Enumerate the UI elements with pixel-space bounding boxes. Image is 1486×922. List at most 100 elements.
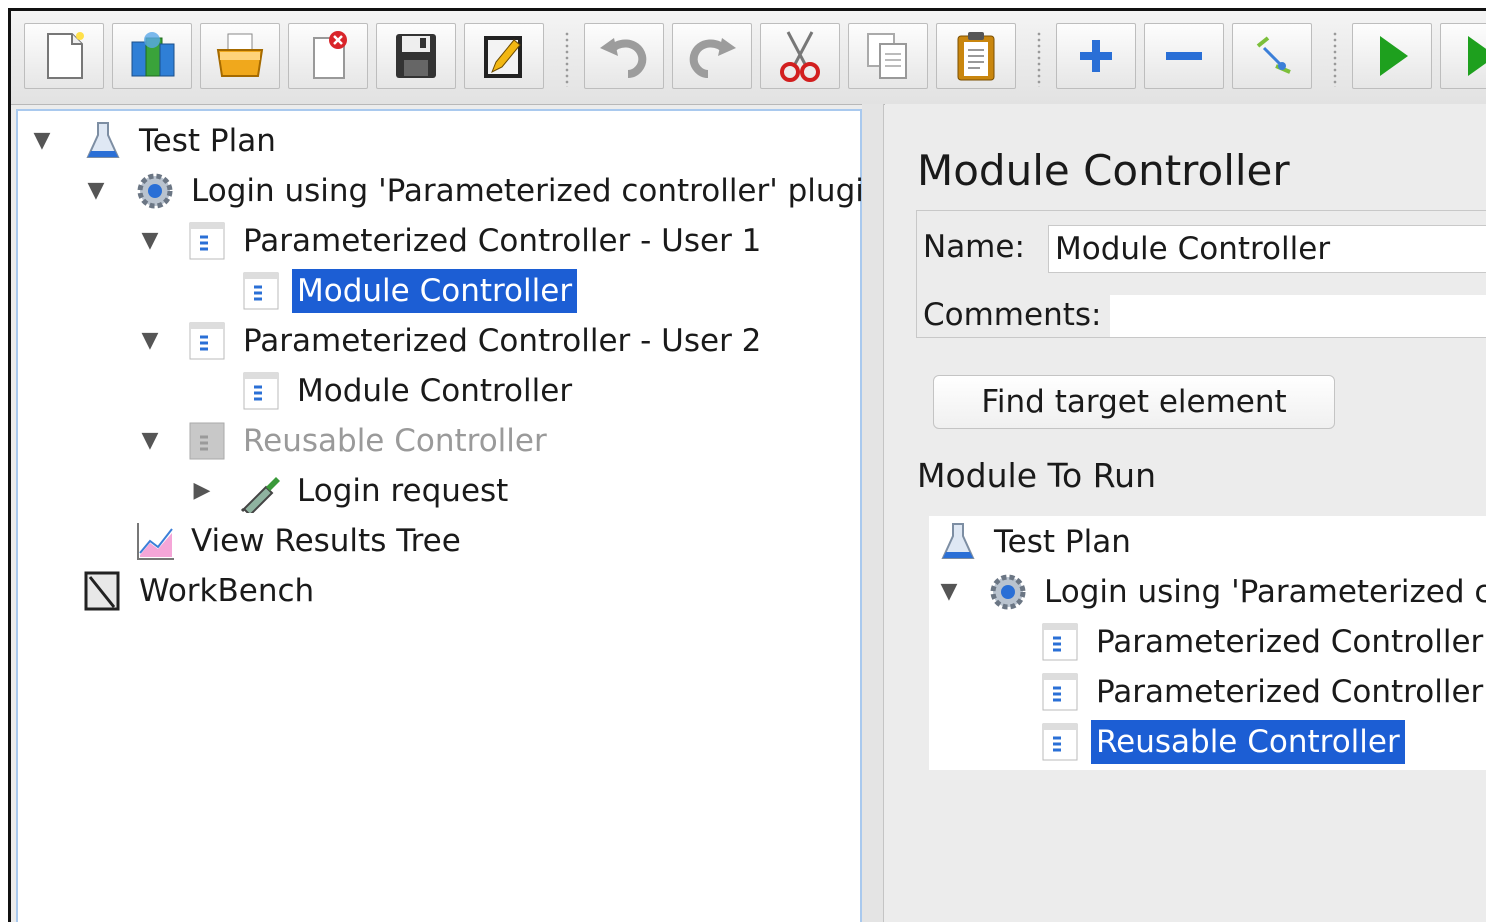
- module-tree-node-param2[interactable]: Parameterized Controller: [1037, 670, 1486, 714]
- tree-node-param-user2[interactable]: Parameterized Controller - User 2: [184, 319, 766, 363]
- tree-node-label: Reusable Controller: [243, 423, 547, 459]
- module-to-run-tree[interactable]: Test Plan ▼ Login using 'Parameterized c…: [929, 516, 1486, 770]
- templates-icon: [131, 32, 175, 77]
- module-tree-node-test-plan[interactable]: Test Plan: [935, 520, 1136, 564]
- open-button[interactable]: [200, 23, 280, 89]
- tree-node-label: Test Plan: [139, 123, 276, 159]
- toolbar-separator: [1037, 31, 1041, 87]
- tree-node-test-plan[interactable]: Test Plan: [80, 119, 281, 163]
- expand-toggle-icon[interactable]: ▼: [136, 225, 164, 255]
- tree-node-label: Login request: [297, 473, 509, 509]
- controller-icon: [238, 269, 284, 313]
- close-button[interactable]: [288, 23, 368, 89]
- save-icon: [396, 34, 436, 78]
- collapse-icon: [1166, 52, 1202, 60]
- name-field[interactable]: Module Controller: [1048, 225, 1486, 273]
- workbench-icon: [80, 569, 126, 613]
- tree-node-view-results-tree[interactable]: View Results Tree: [132, 519, 466, 563]
- toolbar-separator: [1333, 31, 1337, 87]
- controller-icon: [184, 319, 230, 363]
- jmeter-window: ▼ Test Plan ▼ Login using 'Parameterized…: [8, 8, 1486, 922]
- tree-node-label: Login using 'Parameterized controller' p…: [191, 173, 884, 209]
- tree-node-label: Module Controller: [297, 373, 573, 409]
- controller-disabled-icon: [184, 419, 230, 463]
- collapse-all-button[interactable]: [1144, 23, 1224, 89]
- tree-node-label: Test Plan: [994, 524, 1131, 560]
- tree-node-param-user1[interactable]: Parameterized Controller - User 1: [184, 219, 766, 263]
- module-controller-panel: Module Controller Name: Module Controlle…: [885, 104, 1486, 922]
- expand-toggle-icon[interactable]: ▼: [82, 175, 110, 205]
- comments-label: Comments:: [923, 297, 1102, 333]
- sampler-pipette-icon: [238, 469, 284, 513]
- paste-icon: [957, 32, 995, 81]
- new-icon: [47, 32, 84, 79]
- expand-all-button[interactable]: [1056, 23, 1136, 89]
- comments-field[interactable]: [1110, 295, 1486, 337]
- new-button[interactable]: [24, 23, 104, 89]
- expand-toggle-icon[interactable]: ▼: [136, 325, 164, 355]
- toolbar-separator: [565, 31, 569, 87]
- tree-node-reusable-controller[interactable]: Reusable Controller: [184, 419, 552, 463]
- collapsed-toggle-icon[interactable]: ▶: [188, 475, 216, 505]
- start-icon: [1380, 36, 1408, 76]
- expand-toggle-icon[interactable]: ▼: [28, 125, 56, 155]
- tree-node-label: Reusable Controller: [1091, 720, 1405, 764]
- controller-icon: [1037, 720, 1083, 764]
- redo-icon: [689, 38, 736, 78]
- toggle-button[interactable]: [1232, 23, 1312, 89]
- cut-button[interactable]: [760, 23, 840, 89]
- start-no-pause-icon: [1468, 36, 1486, 76]
- graph-icon: [132, 519, 178, 563]
- flask-icon: [80, 119, 126, 163]
- toolbar: [11, 11, 1486, 105]
- test-plan-tree[interactable]: ▼ Test Plan ▼ Login using 'Parameterized…: [16, 109, 884, 922]
- paste-button[interactable]: [936, 23, 1016, 89]
- expand-toggle-icon[interactable]: ▼: [935, 576, 963, 606]
- name-comments-box: Name: Module Controller Comments:: [916, 210, 1486, 338]
- controller-icon: [184, 219, 230, 263]
- tree-node-module-controller[interactable]: Module Controller: [238, 369, 577, 413]
- panel-title: Module Controller: [917, 146, 1290, 195]
- copy-button[interactable]: [848, 23, 928, 89]
- tree-node-workbench[interactable]: WorkBench: [80, 569, 319, 613]
- close-icon: [313, 31, 347, 79]
- module-tree-node-param1[interactable]: Parameterized Controller: [1037, 620, 1486, 664]
- module-to-run-label: Module To Run: [917, 456, 1156, 495]
- tree-node-label: Login using 'Parameterized co: [1044, 574, 1486, 610]
- controller-icon: [1037, 670, 1083, 714]
- open-icon: [216, 33, 264, 77]
- tree-node-label: Module Controller: [292, 269, 578, 313]
- undo-icon: [600, 38, 647, 78]
- controller-icon: [1037, 620, 1083, 664]
- name-label: Name:: [923, 229, 1025, 265]
- start-no-pause-button[interactable]: [1440, 23, 1486, 89]
- tree-node-login-group[interactable]: Login using 'Parameterized controller' p…: [132, 169, 889, 213]
- split-pane-divider[interactable]: [862, 104, 884, 922]
- tree-node-module-controller-selected[interactable]: Module Controller: [238, 269, 578, 313]
- tree-node-login-request[interactable]: Login request: [238, 469, 513, 513]
- start-button[interactable]: [1352, 23, 1432, 89]
- find-target-element-button[interactable]: Find target element: [933, 375, 1335, 429]
- edit-button[interactable]: [464, 23, 544, 89]
- edit-icon: [484, 36, 522, 78]
- copy-icon: [867, 33, 907, 79]
- gear-icon: [132, 169, 178, 213]
- tree-node-label: WorkBench: [139, 573, 315, 609]
- tree-node-label: Parameterized Controller - User 1: [243, 223, 762, 259]
- module-tree-node-reusable-selected[interactable]: Reusable Controller: [1037, 720, 1405, 764]
- tree-node-label: Parameterized Controller: [1096, 674, 1484, 710]
- flask-icon: [935, 520, 981, 564]
- tree-node-label: Parameterized Controller: [1096, 624, 1484, 660]
- tree-node-label: View Results Tree: [191, 523, 461, 559]
- redo-button[interactable]: [672, 23, 752, 89]
- save-button[interactable]: [376, 23, 456, 89]
- cut-icon: [780, 31, 820, 82]
- controller-icon: [238, 369, 284, 413]
- expand-toggle-icon[interactable]: ▼: [136, 425, 164, 455]
- module-tree-node-login-group[interactable]: Login using 'Parameterized co: [985, 570, 1486, 614]
- templates-button[interactable]: [112, 23, 192, 89]
- undo-button[interactable]: [584, 23, 664, 89]
- toggle-icon: [1256, 36, 1291, 74]
- gear-icon: [985, 570, 1031, 614]
- tree-node-label: Parameterized Controller - User 2: [243, 323, 762, 359]
